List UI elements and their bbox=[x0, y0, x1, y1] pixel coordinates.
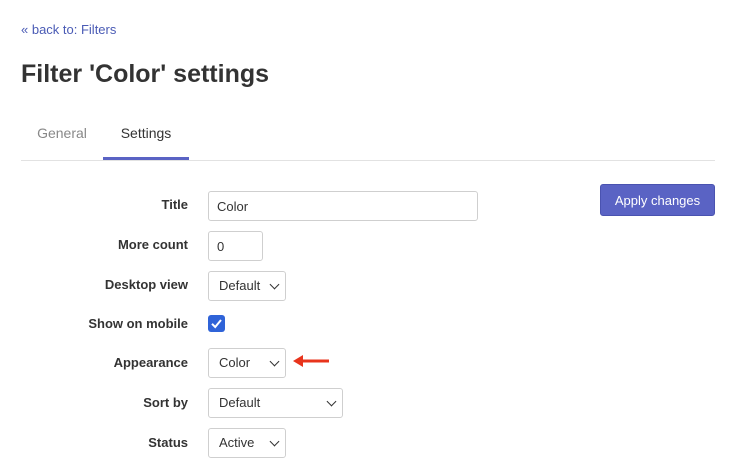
show-on-mobile-checkbox[interactable] bbox=[208, 315, 225, 332]
red-arrow-left-icon bbox=[293, 355, 329, 367]
checkmark-icon bbox=[211, 319, 222, 329]
tab-bar: General Settings bbox=[21, 112, 715, 161]
title-label: Title bbox=[161, 197, 189, 212]
sort-by-value: Default bbox=[219, 395, 261, 410]
sort-by-row: Sort by Default bbox=[0, 388, 730, 418]
page-title: Filter 'Color' settings bbox=[21, 60, 270, 88]
more-count-input[interactable] bbox=[208, 231, 263, 261]
appearance-label: Appearance bbox=[113, 355, 188, 370]
appearance-row: Appearance Color bbox=[0, 348, 730, 378]
status-select[interactable]: Active bbox=[208, 428, 286, 458]
back-to-filters-link[interactable]: « back to: Filters bbox=[21, 22, 116, 37]
more-count-label: More count bbox=[117, 237, 188, 252]
status-label: Status bbox=[148, 435, 188, 450]
desktop-view-value: Default bbox=[219, 278, 261, 293]
apply-changes-button[interactable]: Apply changes bbox=[600, 184, 715, 216]
tab-settings[interactable]: Settings bbox=[103, 112, 189, 160]
status-row: Status Active bbox=[0, 428, 730, 458]
title-input[interactable] bbox=[208, 191, 478, 221]
show-on-mobile-label: Show on mobile bbox=[88, 316, 188, 331]
sort-by-select[interactable]: Default bbox=[208, 388, 343, 418]
chevron-down-icon bbox=[269, 436, 280, 447]
status-value: Active bbox=[219, 435, 255, 450]
desktop-view-label: Desktop view bbox=[104, 277, 188, 292]
desktop-view-select[interactable]: Default bbox=[208, 271, 286, 301]
more-count-row: More count bbox=[0, 231, 730, 261]
appearance-value: Color bbox=[219, 355, 251, 370]
show-on-mobile-row: Show on mobile bbox=[0, 309, 730, 339]
chevron-down-icon bbox=[269, 279, 280, 290]
desktop-view-row: Desktop view Default bbox=[0, 271, 730, 301]
tab-general[interactable]: General bbox=[21, 112, 103, 159]
sort-by-label: Sort by bbox=[143, 395, 188, 410]
chevron-down-icon bbox=[326, 396, 337, 407]
appearance-select[interactable]: Color bbox=[208, 348, 286, 378]
chevron-down-icon bbox=[269, 356, 280, 367]
